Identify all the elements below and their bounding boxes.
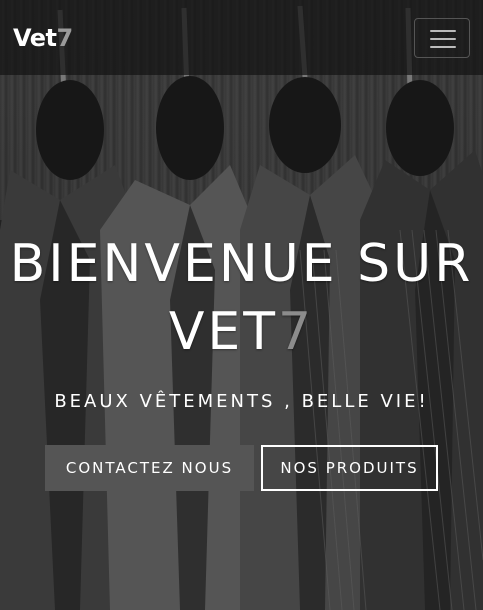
- contact-button[interactable]: CONTACTEZ NOUS: [45, 445, 254, 491]
- hamburger-menu-button[interactable]: [414, 18, 470, 58]
- hero-headline-line1: BIENVENUE SUR: [9, 234, 474, 294]
- hero-headline-accent: 7: [278, 302, 315, 362]
- products-button[interactable]: NOS PRODUITS: [261, 445, 438, 491]
- brand-accent: 7: [56, 24, 74, 52]
- navbar: Vet7: [0, 0, 483, 75]
- hamburger-menu-icon: [430, 46, 456, 48]
- hero-tagline: BEAUX VÊTEMENTS , BELLE VIE!: [54, 391, 429, 412]
- hamburger-menu-icon: [430, 38, 456, 40]
- hero-section: Vet7 BIENVENUE SUR VET7 BEAUX VÊTEMENTS …: [0, 0, 483, 610]
- hero-headline-brand: VET: [168, 302, 279, 362]
- hamburger-menu-icon: [430, 30, 456, 32]
- brand-logo[interactable]: Vet7: [13, 24, 73, 52]
- brand-text: Vet: [13, 24, 57, 52]
- hero-headline-line2: VET7: [0, 302, 483, 362]
